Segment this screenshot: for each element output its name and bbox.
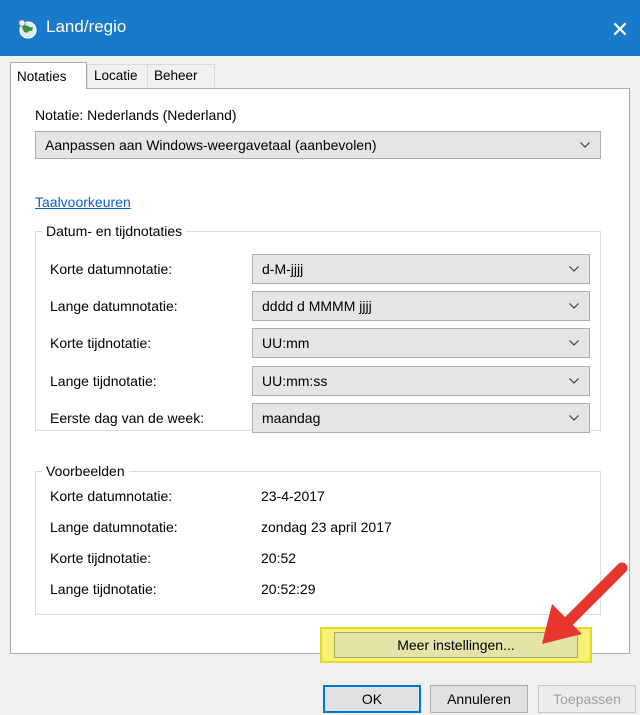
chevron-down-icon bbox=[569, 340, 579, 346]
globe-icon bbox=[18, 19, 37, 39]
more-settings-button[interactable]: Meer instellingen... bbox=[334, 632, 578, 658]
chevron-down-icon bbox=[569, 266, 579, 272]
apply-button[interactable]: Toepassen bbox=[538, 685, 636, 713]
chevron-down-icon bbox=[569, 378, 579, 384]
format-select[interactable]: Aanpassen aan Windows-weergavetaal (aanb… bbox=[35, 131, 601, 159]
example-short-time-value: 20:52 bbox=[261, 550, 297, 566]
tab-panel-notaties: Notatie: Nederlands (Nederland) Aanpasse… bbox=[10, 88, 630, 654]
example-long-time-label: Lange tijdnotatie: bbox=[50, 581, 157, 597]
tab-beheer[interactable]: Beheer bbox=[147, 64, 215, 87]
example-short-date-label: Korte datumnotatie: bbox=[50, 488, 173, 504]
more-settings-highlight: Meer instellingen... bbox=[320, 627, 592, 663]
tab-label: Notaties bbox=[17, 69, 67, 84]
long-time-select[interactable]: UU:mm:ss bbox=[252, 366, 590, 396]
more-settings-label: Meer instellingen... bbox=[397, 637, 515, 653]
ok-label: OK bbox=[361, 691, 383, 707]
chevron-down-icon bbox=[569, 303, 579, 309]
long-date-value: dddd d MMMM jjjj bbox=[262, 298, 372, 314]
tab-locatie[interactable]: Locatie bbox=[87, 64, 153, 87]
short-date-label: Korte datumnotatie: bbox=[50, 261, 173, 277]
close-button[interactable]: ✕ bbox=[600, 10, 640, 50]
example-short-time-label: Korte tijdnotatie: bbox=[50, 550, 152, 566]
example-short-date-value: 23-4-2017 bbox=[261, 488, 325, 504]
examples-group: Voorbeelden Korte datumnotatie: 23-4-201… bbox=[35, 463, 601, 615]
format-select-value: Aanpassen aan Windows-weergavetaal (aanb… bbox=[45, 137, 377, 153]
long-time-label: Lange tijdnotatie: bbox=[50, 373, 157, 389]
example-long-date-label: Lange datumnotatie: bbox=[50, 519, 178, 535]
short-time-select[interactable]: UU:mm bbox=[252, 328, 590, 358]
window-title: Land/regio bbox=[46, 17, 127, 36]
format-label: Notatie: Nederlands (Nederland) bbox=[35, 107, 237, 123]
short-time-value: UU:mm bbox=[262, 335, 310, 351]
long-date-label: Lange datumnotatie: bbox=[50, 298, 178, 314]
first-day-select[interactable]: maandag bbox=[252, 403, 590, 433]
cancel-label: Annuleren bbox=[447, 691, 511, 707]
first-day-label: Eerste dag van de week: bbox=[50, 410, 205, 426]
tab-notaties[interactable]: Notaties bbox=[10, 62, 87, 89]
ok-button[interactable]: OK bbox=[323, 685, 421, 713]
tab-label: Locatie bbox=[94, 68, 138, 83]
example-long-date-value: zondag 23 april 2017 bbox=[261, 519, 392, 535]
chevron-down-icon bbox=[580, 142, 590, 148]
chevron-down-icon bbox=[569, 415, 579, 421]
tab-label: Beheer bbox=[154, 68, 198, 83]
close-icon: ✕ bbox=[610, 17, 630, 42]
cancel-button[interactable]: Annuleren bbox=[430, 685, 528, 713]
short-date-select[interactable]: d-M-jjjj bbox=[252, 254, 590, 284]
datetime-group-title: Datum- en tijdnotaties bbox=[42, 223, 187, 239]
long-date-select[interactable]: dddd d MMMM jjjj bbox=[252, 291, 590, 321]
examples-group-title: Voorbeelden bbox=[42, 463, 129, 479]
apply-label: Toepassen bbox=[553, 691, 621, 707]
example-long-time-value: 20:52:29 bbox=[261, 581, 316, 597]
title-bar: Land/regio ✕ bbox=[0, 0, 640, 56]
language-preferences-link[interactable]: Taalvoorkeuren bbox=[35, 194, 131, 210]
first-day-value: maandag bbox=[262, 410, 321, 426]
datetime-formats-group: Datum- en tijdnotaties Korte datumnotati… bbox=[35, 223, 601, 433]
short-date-value: d-M-jjjj bbox=[262, 261, 304, 277]
short-time-label: Korte tijdnotatie: bbox=[50, 335, 152, 351]
long-time-value: UU:mm:ss bbox=[262, 373, 328, 389]
